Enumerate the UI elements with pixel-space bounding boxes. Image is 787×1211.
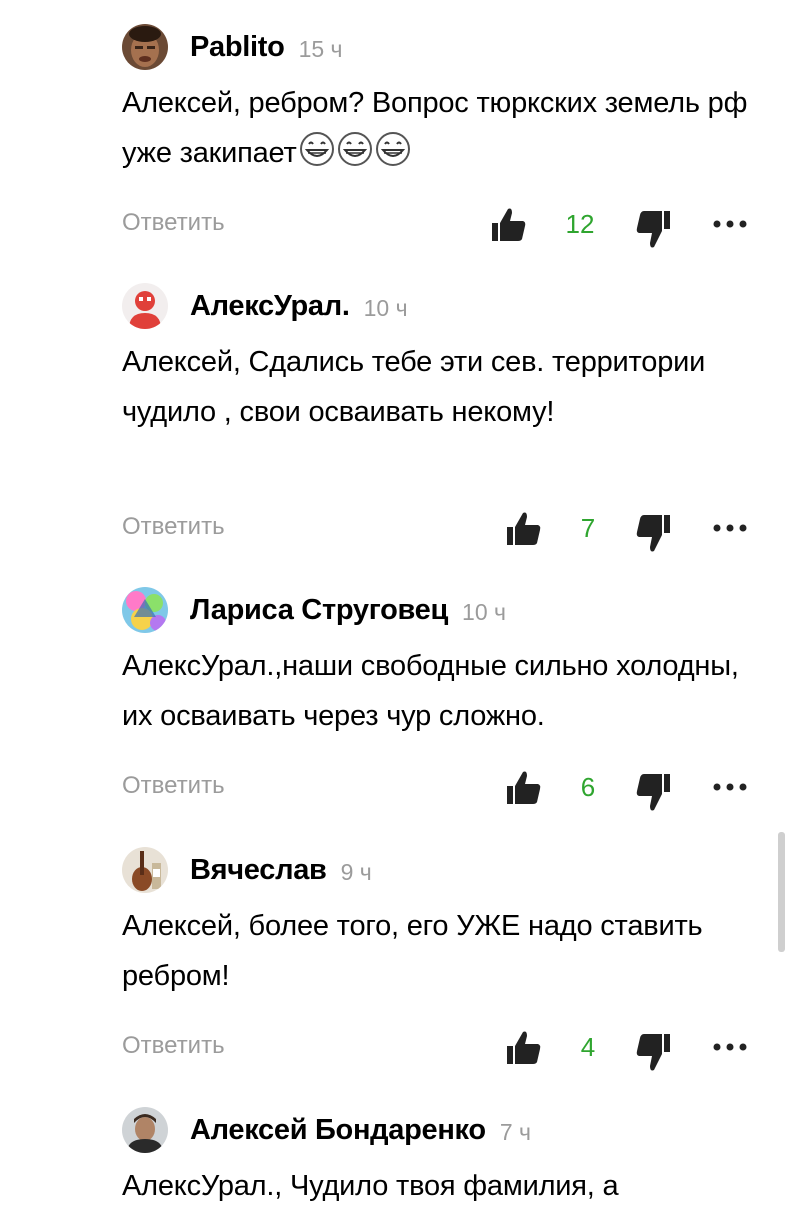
reply-button[interactable]: Ответить (122, 772, 225, 800)
grinning-face-icon (299, 132, 334, 166)
comment-time: 10 ч (363, 294, 408, 321)
reply-button[interactable]: Ответить (122, 1032, 225, 1060)
avatar[interactable] (122, 283, 168, 329)
thumbs-up-icon[interactable] (505, 1028, 541, 1068)
more-options-icon[interactable] (712, 523, 748, 533)
comment-text: АлексУрал.,наши свободные сильно холодны… (122, 650, 739, 732)
comment-text: Алексей, Сдались тебе эти сев. территори… (122, 346, 706, 428)
like-count: 12 (565, 209, 595, 239)
comment-header: Алексей Бондаренко 7 ч (122, 1105, 531, 1155)
scrollbar[interactable] (778, 832, 785, 952)
more-options-icon[interactable] (712, 219, 748, 229)
thumbs-down-icon[interactable] (636, 1032, 672, 1074)
comment-header: Лариса Струговец 10 ч (122, 585, 506, 635)
more-options-icon[interactable] (712, 1042, 748, 1052)
comment-time: 7 ч (499, 1118, 531, 1145)
comment-author[interactable]: Pablito (190, 31, 285, 64)
thumbs-up-icon[interactable] (505, 768, 541, 808)
avatar[interactable] (122, 847, 168, 893)
grinning-face-icon (337, 132, 372, 166)
comment-time: 15 ч (298, 35, 343, 62)
comment-actions: Ответить 4 (0, 1028, 787, 1071)
comment-actions: Ответить 6 (0, 768, 787, 811)
reply-button[interactable]: Ответить (122, 513, 225, 541)
like-count: 4 (580, 1032, 596, 1062)
reply-button[interactable]: Ответить (122, 209, 225, 237)
avatar[interactable] (122, 587, 168, 633)
thumbs-down-icon[interactable] (636, 209, 672, 251)
like-count: 6 (580, 772, 596, 802)
comment-time: 10 ч (462, 598, 506, 625)
comment-author[interactable]: Лариса Струговец (190, 594, 448, 627)
comment-header: АлексУрал. 10 ч (122, 281, 408, 331)
comment-author[interactable]: АлексУрал. (190, 290, 350, 323)
thumbs-up-icon[interactable] (490, 205, 526, 245)
comment-text: Алексей, ребром? Вопрос тюркских земель … (122, 87, 748, 169)
comment-author[interactable]: Алексей Бондаренко (190, 1114, 486, 1147)
comment-header: Pablito 15 ч (122, 22, 343, 72)
comment-actions: Ответить 7 (0, 509, 787, 552)
avatar[interactable] (122, 1107, 168, 1153)
comment-actions: Ответить 12 (0, 205, 787, 248)
like-count: 7 (580, 513, 596, 543)
comment-header: Вячеслав 9 ч (122, 845, 372, 895)
comment-text: АлексУрал., Чудило твоя фамилия, а (122, 1170, 619, 1202)
grinning-face-icon (375, 132, 410, 166)
thumbs-up-icon[interactable] (505, 509, 541, 549)
thumbs-down-icon[interactable] (636, 772, 672, 814)
comment-author[interactable]: Вячеслав (190, 854, 327, 887)
comment-time: 9 ч (340, 858, 372, 885)
more-options-icon[interactable] (712, 782, 748, 792)
comment-text: Алексей, более того, его УЖЕ надо ставит… (122, 910, 703, 992)
avatar[interactable] (122, 24, 168, 70)
thumbs-down-icon[interactable] (636, 513, 672, 555)
comment-text-wrap: Алексей, ребром? Вопрос тюркских земель … (122, 78, 762, 178)
